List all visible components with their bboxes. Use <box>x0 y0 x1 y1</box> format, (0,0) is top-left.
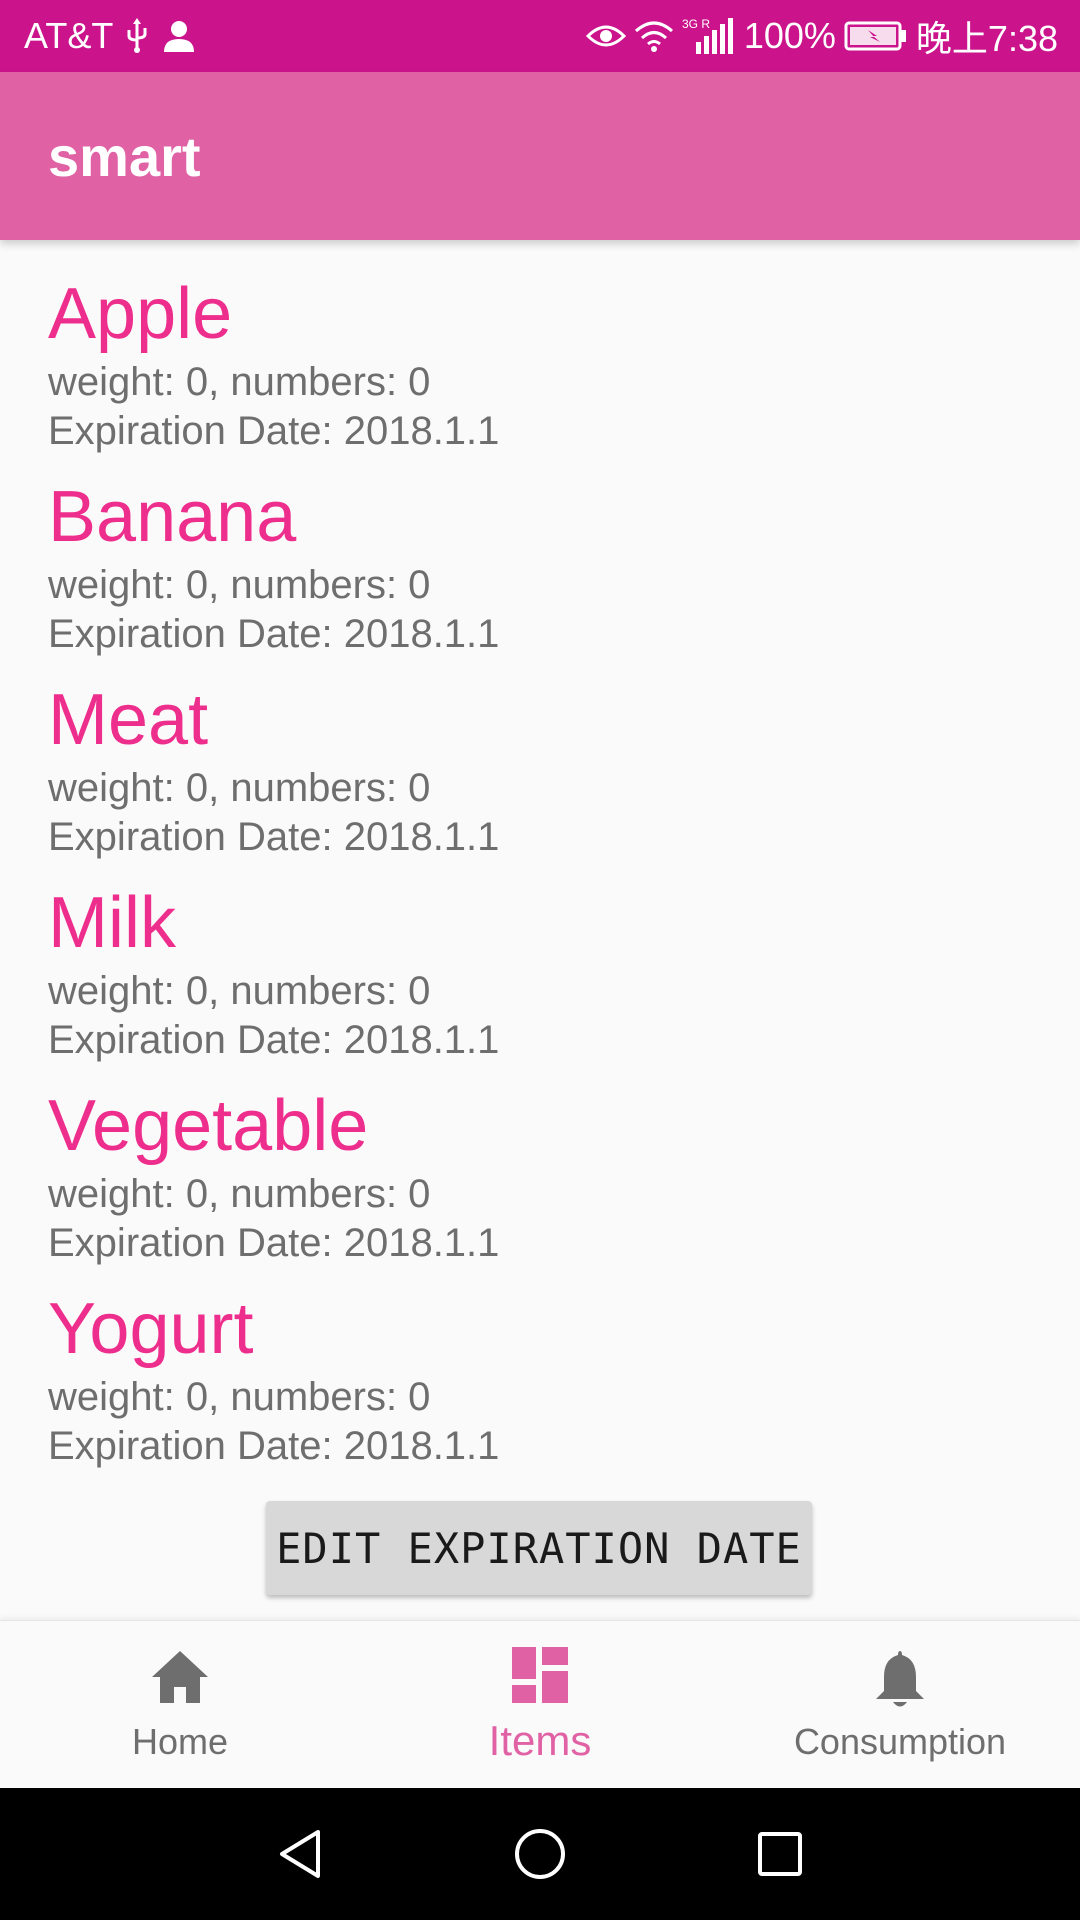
list-item[interactable]: Meat weight: 0, numbers: 0 Expiration Da… <box>48 676 1028 879</box>
bell-icon <box>720 1647 1080 1709</box>
list-item[interactable]: Yogurt weight: 0, numbers: 0 Expiration … <box>48 1285 1028 1488</box>
item-list: Apple weight: 0, numbers: 0 Expiration D… <box>48 270 1028 1488</box>
edit-expiration-date-button[interactable]: EDIT EXPIRATION DATE <box>266 1501 812 1595</box>
app-bar: smart <box>0 72 1080 240</box>
nav-item-consumption[interactable]: Consumption <box>720 1621 1080 1789</box>
list-item[interactable]: Vegetable weight: 0, numbers: 0 Expirati… <box>48 1082 1028 1285</box>
eye-icon <box>585 20 626 52</box>
item-details: weight: 0, numbers: 0 <box>48 1375 431 1419</box>
item-expiration: Expiration Date: 2018.1.1 <box>48 1018 500 1062</box>
recents-icon[interactable] <box>720 1788 840 1920</box>
signal-icon: 3G R <box>682 16 736 56</box>
usb-icon <box>123 18 151 54</box>
person-icon <box>161 18 197 54</box>
clock: 晚上7:38 <box>915 18 1058 59</box>
status-right: 3G R 100% 晚上7:38 <box>585 0 1058 72</box>
item-details: weight: 0, numbers: 0 <box>48 563 431 607</box>
home-circle-icon[interactable] <box>480 1788 600 1920</box>
back-icon[interactable] <box>240 1788 360 1920</box>
item-details: weight: 0, numbers: 0 <box>48 969 431 1013</box>
list-item[interactable]: Apple weight: 0, numbers: 0 Expiration D… <box>48 270 1028 473</box>
list-item[interactable]: Banana weight: 0, numbers: 0 Expiration … <box>48 473 1028 676</box>
item-name: Banana <box>48 477 297 557</box>
network-type-label: 3G R <box>682 17 710 31</box>
item-name: Milk <box>48 883 176 963</box>
item-expiration: Expiration Date: 2018.1.1 <box>48 815 500 859</box>
nav-label-items: Items <box>488 1717 592 1764</box>
system-nav-bar <box>0 1788 1080 1920</box>
bottom-nav: Home Items Consumption <box>0 1620 1080 1789</box>
item-expiration: Expiration Date: 2018.1.1 <box>48 1221 500 1265</box>
item-details: weight: 0, numbers: 0 <box>48 766 431 810</box>
item-name: Meat <box>48 680 209 760</box>
item-name: Yogurt <box>48 1289 254 1369</box>
list-item[interactable]: Milk weight: 0, numbers: 0 Expiration Da… <box>48 879 1028 1082</box>
wifi-icon <box>634 19 674 53</box>
nav-label-consumption: Consumption <box>793 1721 1007 1762</box>
item-details: weight: 0, numbers: 0 <box>48 1172 431 1216</box>
status-bar: AT&T 3G R 100% 晚上7:38 <box>0 0 1080 72</box>
item-expiration: Expiration Date: 2018.1.1 <box>48 409 500 453</box>
carrier-label: AT&T <box>24 15 114 56</box>
item-expiration: Expiration Date: 2018.1.1 <box>48 612 500 656</box>
item-expiration: Expiration Date: 2018.1.1 <box>48 1424 500 1468</box>
nav-label-home: Home <box>131 1721 229 1762</box>
battery-icon <box>844 20 908 52</box>
home-icon <box>0 1647 360 1707</box>
item-name: Vegetable <box>48 1086 369 1166</box>
item-details: weight: 0, numbers: 0 <box>48 360 431 404</box>
battery-percent: 100% <box>743 15 836 56</box>
status-left: AT&T <box>24 0 197 72</box>
dashboard-icon <box>360 1647 720 1703</box>
nav-item-home[interactable]: Home <box>0 1621 360 1789</box>
app-title: smart <box>48 124 201 188</box>
item-name: Apple <box>48 274 233 354</box>
nav-item-items[interactable]: Items <box>360 1621 720 1789</box>
